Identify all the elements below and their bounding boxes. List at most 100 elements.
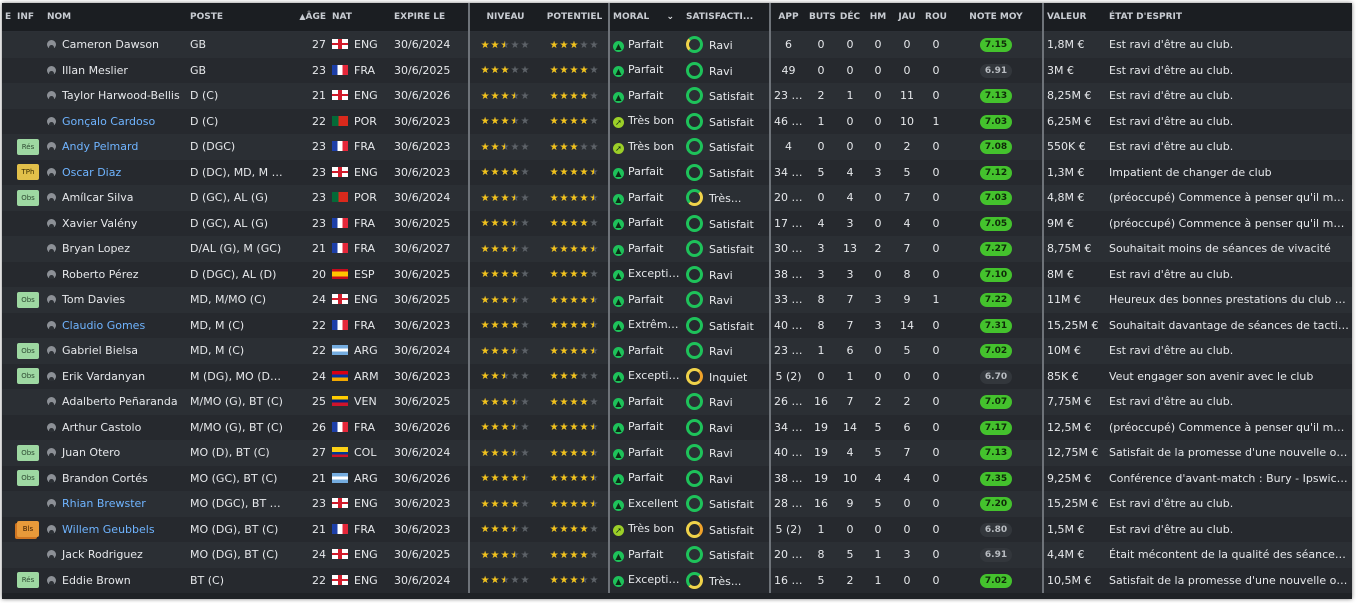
person-icon xyxy=(47,193,56,203)
player-name[interactable]: Roberto Pérez xyxy=(62,268,139,281)
table-row[interactable]: Arthur Castolo M/MO (G), BT (C) 26 FRA 30/6/… xyxy=(2,414,1352,440)
player-name-cell[interactable]: Gonçalo Cardoso xyxy=(44,108,187,134)
col-inf[interactable]: INF xyxy=(14,3,44,32)
col-appearances[interactable]: APP xyxy=(769,3,806,32)
status-tag[interactable]: Obs xyxy=(17,444,39,461)
player-name-cell[interactable]: Bryan Lopez xyxy=(44,236,187,262)
player-name-cell[interactable]: Jack Rodriguez xyxy=(44,542,187,568)
table-row[interactable]: Rés Andy Pelmard D (DGC) 23 FRA 30/6/2023 ★★★★… xyxy=(2,134,1352,160)
player-name-cell[interactable]: Rhian Brewster xyxy=(44,491,187,517)
table-row[interactable]: Bls Willem Geubbels MO (DG), BT (C) 21 FRA 30… xyxy=(2,516,1352,542)
status-tag[interactable]: Bls xyxy=(17,521,39,538)
player-name-cell[interactable]: Cameron Dawson xyxy=(44,31,187,58)
player-name-cell[interactable]: Willem Geubbels xyxy=(44,516,187,542)
table-row[interactable]: Adalberto Peñaranda M/MO (G), BT (C) 25 VEN… xyxy=(2,389,1352,415)
player-name-cell[interactable]: Andy Pelmard xyxy=(44,134,187,160)
player-name-cell[interactable]: Xavier Valény xyxy=(44,210,187,236)
player-name[interactable]: Gabriel Bielsa xyxy=(62,344,138,357)
player-name[interactable]: Eddie Brown xyxy=(62,574,131,587)
player-name-cell[interactable]: Illan Meslier xyxy=(44,57,187,83)
table-row[interactable]: Rés Eddie Brown BT (C) 22 ENG 30/6/2024 ★★★★★ ★… xyxy=(2,567,1352,593)
player-name[interactable]: Oscar Diaz xyxy=(62,166,121,179)
col-value[interactable]: VALEUR xyxy=(1042,3,1106,32)
chevron-down-icon[interactable]: ⌄ xyxy=(666,12,674,22)
status-tag[interactable]: Obs xyxy=(17,368,39,385)
player-name-cell[interactable]: Tom Davies xyxy=(44,287,187,313)
player-name-cell[interactable]: Oscar Diaz xyxy=(44,159,187,185)
table-row[interactable]: Xavier Valény D (GC), AL (G) 23 FRA 30/6/202… xyxy=(2,210,1352,236)
player-name[interactable]: Willem Geubbels xyxy=(62,523,155,536)
player-name[interactable]: Taylor Harwood-Bellis xyxy=(62,89,180,102)
player-name-cell[interactable]: Erik Vardanyan xyxy=(44,363,187,389)
col-red[interactable]: ROU xyxy=(922,3,950,32)
player-name-cell[interactable]: Adalberto Peñaranda xyxy=(44,389,187,415)
player-name[interactable]: Cameron Dawson xyxy=(62,38,159,51)
player-name-cell[interactable]: Claudio Gomes xyxy=(44,312,187,338)
col-nationality[interactable]: NAT xyxy=(329,3,391,32)
player-name[interactable]: Erik Vardanyan xyxy=(62,370,145,383)
col-position[interactable]: POSTE xyxy=(187,3,287,32)
player-name[interactable]: Amílcar Silva xyxy=(62,191,134,204)
player-name[interactable]: Jack Rodriguez xyxy=(62,548,143,561)
satisfaction-ring-icon xyxy=(686,367,703,385)
satisfaction-text: Satisfait xyxy=(709,115,754,129)
player-name[interactable]: Bryan Lopez xyxy=(62,242,130,255)
player-name[interactable]: Gonçalo Cardoso xyxy=(62,115,155,128)
player-name[interactable]: Xavier Valény xyxy=(62,217,137,230)
col-ability[interactable]: NIVEAU xyxy=(468,3,541,32)
status-tag[interactable]: Rés xyxy=(17,138,39,155)
player-name-cell[interactable]: Gabriel Bielsa xyxy=(44,338,187,364)
player-name[interactable]: Tom Davies xyxy=(62,293,125,306)
col-name[interactable]: NOM xyxy=(44,3,187,32)
table-row[interactable]: Obs Tom Davies MD, M/MO (C) 24 ENG 30/6/2025 ★… xyxy=(2,287,1352,313)
player-name[interactable]: Claudio Gomes xyxy=(62,319,145,332)
col-expires[interactable]: EXPIRE LE xyxy=(391,3,469,32)
col-yellow[interactable]: JAU xyxy=(892,3,922,32)
player-name[interactable]: Arthur Castolo xyxy=(62,421,141,434)
col-pom[interactable]: HM xyxy=(864,3,892,32)
player-name[interactable]: Andy Pelmard xyxy=(62,140,138,153)
table-row[interactable]: TPh Oscar Diaz D (DC), MD, M (DC) 23 ENG 30/6… xyxy=(2,159,1352,185)
table-row[interactable]: Claudio Gomes MD, M (C) 22 FRA 30/6/2023 ★★★★… xyxy=(2,312,1352,338)
table-row[interactable]: Roberto Pérez D (DGC), AL (D) 20 ESP 30/6/20… xyxy=(2,261,1352,287)
col-goals[interactable]: BUTS xyxy=(806,3,836,32)
player-name[interactable]: Juan Otero xyxy=(62,446,120,459)
col-e[interactable]: E xyxy=(2,3,14,32)
col-assists[interactable]: DÉC xyxy=(836,3,864,32)
status-tag[interactable]: Obs xyxy=(17,291,39,308)
table-row[interactable]: Obs Amílcar Silva D (GC), AL (G) 23 POR 30/6/… xyxy=(2,185,1352,211)
player-name-cell[interactable]: Brandon Cortés xyxy=(44,465,187,491)
table-row[interactable]: Rhian Brewster MO (DGC), BT (C) 23 ENG 30/6/… xyxy=(2,491,1352,517)
col-satisfaction[interactable]: SATISFACTI... xyxy=(683,3,770,32)
table-row[interactable]: Obs Gabriel Bielsa MD, M (C) 22 ARG 30/6/2024… xyxy=(2,338,1352,364)
player-name-cell[interactable]: Roberto Pérez xyxy=(44,261,187,287)
col-age[interactable]: ▲ÂGE xyxy=(287,3,329,32)
table-row[interactable]: Bryan Lopez D/AL (G), M (GC) 21 FRA 30/6/202… xyxy=(2,236,1352,262)
table-row[interactable]: Taylor Harwood-Bellis D (C) 21 ENG 30/6/2026… xyxy=(2,83,1352,109)
col-state-of-mind[interactable]: ÉTAT D'ESPRIT xyxy=(1106,3,1352,32)
table-row[interactable]: Jack Rodriguez MO (DG), BT (C) 24 ENG 30/6/2… xyxy=(2,542,1352,568)
col-morale[interactable]: MORAL ⌄ xyxy=(608,3,683,32)
player-name-cell[interactable]: Eddie Brown xyxy=(44,567,187,593)
status-tag[interactable]: Obs xyxy=(17,470,39,487)
status-tag[interactable]: Obs xyxy=(17,189,39,206)
table-row[interactable]: Illan Meslier GB 23 FRA 30/6/2025 ★★★★★ ★★★ ★★ ★… xyxy=(2,57,1352,83)
table-row[interactable]: Obs Brandon Cortés MO (GC), BT (C) 21 ARG 30/… xyxy=(2,465,1352,491)
table-row[interactable]: Cameron Dawson GB 27 ENG 30/6/2024 ★★★★★ ★★ ★★★… xyxy=(2,31,1352,58)
player-name[interactable]: Rhian Brewster xyxy=(62,497,146,510)
player-name-cell[interactable]: Arthur Castolo xyxy=(44,414,187,440)
status-tag[interactable]: Rés xyxy=(17,572,39,589)
table-row[interactable]: Gonçalo Cardoso D (C) 22 POR 30/6/2023 ★★★★★ ★… xyxy=(2,108,1352,134)
player-name[interactable]: Adalberto Peñaranda xyxy=(62,395,178,408)
player-name-cell[interactable]: Amílcar Silva xyxy=(44,185,187,211)
player-name-cell[interactable]: Taylor Harwood-Bellis xyxy=(44,83,187,109)
col-avg-rating[interactable]: NOTE MOY xyxy=(950,3,1043,32)
player-name[interactable]: Brandon Cortés xyxy=(62,472,148,485)
col-potential[interactable]: POTENTIEL xyxy=(541,3,609,32)
player-name[interactable]: Illan Meslier xyxy=(62,64,128,77)
status-tag[interactable]: TPh xyxy=(17,164,39,181)
status-tag[interactable]: Obs xyxy=(17,342,39,359)
table-row[interactable]: Obs Erik Vardanyan M (DG), MO (DGC) 24 ARM 30… xyxy=(2,363,1352,389)
table-row[interactable]: Obs Juan Otero MO (D), BT (C) 27 COL 30/6/202… xyxy=(2,440,1352,466)
player-name-cell[interactable]: Juan Otero xyxy=(44,440,187,466)
